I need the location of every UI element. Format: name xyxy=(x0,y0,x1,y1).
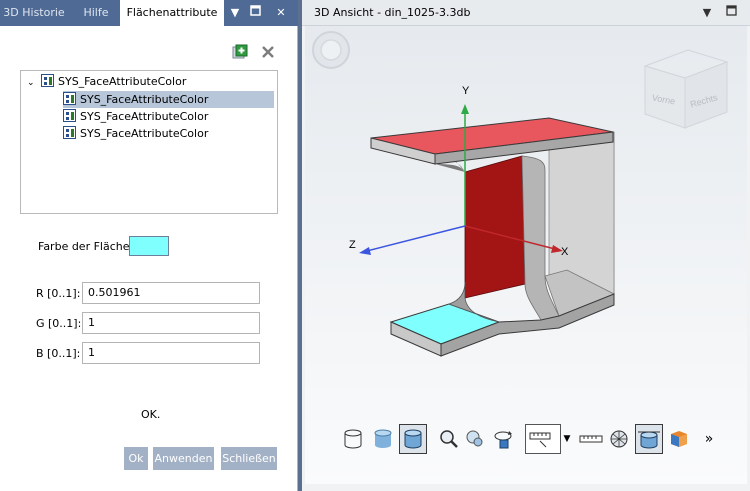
maximize-icon[interactable] xyxy=(722,4,740,22)
measure-dropdown[interactable] xyxy=(525,424,561,454)
tab-3d-history[interactable]: 3D Historie xyxy=(0,0,68,26)
view-toolbar: ▼ » xyxy=(339,424,719,458)
tree-item-label: SYS_FaceAttributeColor xyxy=(80,127,209,140)
attribute-icon xyxy=(63,109,76,122)
tree-item-label: SYS_FaceAttributeColor xyxy=(80,110,209,123)
face-color-label: Farbe der Fläche: xyxy=(38,240,134,253)
tab-face-attributes[interactable]: Flächenattribute xyxy=(120,0,224,26)
face-color-swatch[interactable] xyxy=(129,236,169,256)
close-panel-icon[interactable]: ✕ xyxy=(272,4,290,22)
panel-menu-icon[interactable]: ▼ xyxy=(226,4,244,22)
panel-menu-icon[interactable]: ▼ xyxy=(698,4,716,22)
g-input[interactable]: 1 xyxy=(82,312,260,334)
attribute-icon xyxy=(41,74,54,87)
ruler-icon[interactable] xyxy=(577,424,605,454)
add-item-icon[interactable] xyxy=(232,44,248,60)
shaded-cylinder-icon[interactable] xyxy=(369,424,397,454)
cube-color-icon[interactable] xyxy=(665,424,693,454)
3d-viewport[interactable]: Vorne Rechts Y Z X ▼ » xyxy=(305,26,747,484)
face-attributes-panel: 3D Historie Hilfe Flächenattribute ▼ ✕ ⌄… xyxy=(0,0,298,491)
mesh-icon[interactable] xyxy=(605,424,633,454)
r-label: R [0..1]: xyxy=(36,287,81,300)
attribute-tree[interactable]: ⌄ SYS_FaceAttributeColor SYS_FaceAttribut… xyxy=(20,70,278,214)
close-button[interactable]: Schließen xyxy=(221,447,277,470)
section-view-icon[interactable] xyxy=(635,424,663,454)
tab-help[interactable]: Hilfe xyxy=(72,0,120,26)
maximize-icon[interactable] xyxy=(246,4,264,22)
left-tab-bar: 3D Historie Hilfe Flächenattribute ▼ ✕ xyxy=(0,0,298,26)
rotate-icon[interactable] xyxy=(489,424,517,454)
x-axis-label: X xyxy=(561,246,569,258)
tree-item[interactable]: SYS_FaceAttributeColor xyxy=(63,91,274,108)
z-axis-label: Z xyxy=(349,239,356,251)
tree-item[interactable]: SYS_FaceAttributeColor xyxy=(63,125,208,142)
view-cube[interactable]: Vorne Rechts xyxy=(643,49,729,129)
chevron-down-icon[interactable]: ▼ xyxy=(561,424,573,454)
delete-item-icon[interactable] xyxy=(260,44,276,60)
b-label: B [0..1]: xyxy=(36,347,81,360)
3d-view-panel: 3D Ansicht - din_1025-3.3db ▼ Vorne Rech… xyxy=(302,0,750,491)
tree-root[interactable]: ⌄ SYS_FaceAttributeColor xyxy=(27,73,186,90)
shaded-edges-cylinder-icon[interactable] xyxy=(399,424,427,454)
3d-view-title: 3D Ansicht - din_1025-3.3db xyxy=(314,6,471,19)
tree-root-label: SYS_FaceAttributeColor xyxy=(58,75,187,88)
expand-chevron-icon[interactable]: ⌄ xyxy=(27,75,41,92)
more-tools-icon[interactable]: » xyxy=(695,424,723,454)
zoom-icon[interactable] xyxy=(435,424,463,454)
status-text: OK. xyxy=(141,408,161,421)
i-beam-model[interactable] xyxy=(370,117,615,357)
zoom-extents-icon[interactable] xyxy=(461,424,489,454)
navigation-disc-icon[interactable] xyxy=(312,31,350,69)
g-label: G [0..1]: xyxy=(36,317,82,330)
y-axis-label: Y xyxy=(462,85,470,97)
attribute-icon xyxy=(63,92,76,105)
b-input[interactable]: 1 xyxy=(82,342,260,364)
tree-item[interactable]: SYS_FaceAttributeColor xyxy=(63,108,208,125)
apply-button[interactable]: Anwenden xyxy=(153,447,214,470)
wireframe-cylinder-icon[interactable] xyxy=(339,424,367,454)
ok-button[interactable]: Ok xyxy=(124,447,148,470)
tree-item-label: SYS_FaceAttributeColor xyxy=(80,93,209,106)
attribute-icon xyxy=(63,126,76,139)
r-input[interactable]: 0.501961 xyxy=(82,282,260,304)
3d-view-tab: 3D Ansicht - din_1025-3.3db ▼ xyxy=(302,0,750,26)
